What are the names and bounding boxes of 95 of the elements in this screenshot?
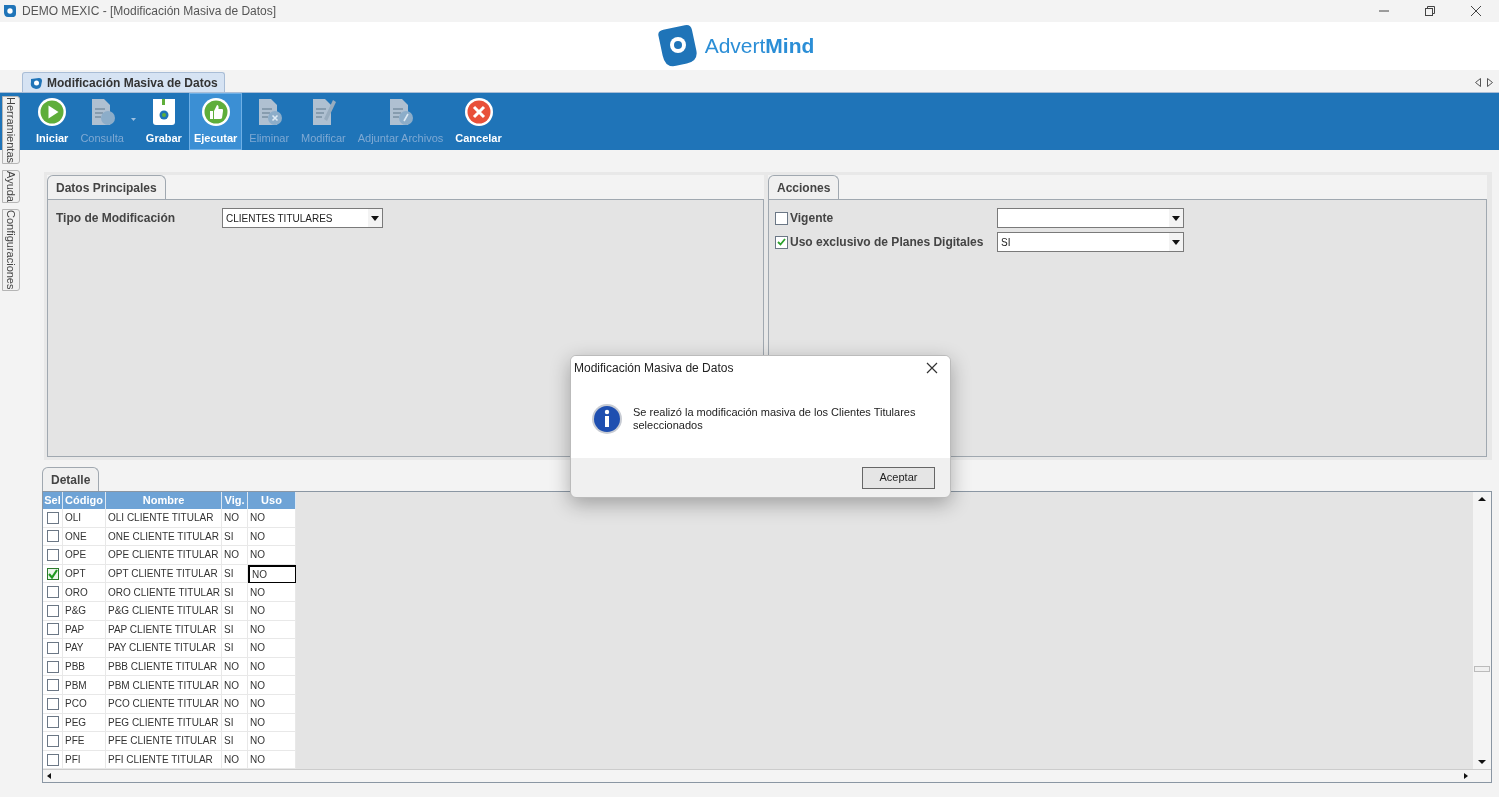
dialog-title: Modificación Masiva de Datos <box>574 360 734 377</box>
horizontal-scrollbar[interactable] <box>43 769 1491 782</box>
table-cell: PAY <box>63 639 106 658</box>
table-cell: NO <box>248 639 296 658</box>
table-cell: PBM CLIENTE TITULAR <box>106 676 222 695</box>
field-label: Tipo de Modificación <box>56 210 177 227</box>
play-icon <box>36 96 69 129</box>
checkbox[interactable] <box>46 697 59 710</box>
side-tab[interactable]: Configuraciones <box>2 209 20 291</box>
checkbox[interactable] <box>775 235 788 249</box>
checkbox[interactable] <box>46 679 59 692</box>
dropdown-caret-icon <box>130 118 136 121</box>
scroll-right-icon[interactable] <box>1487 78 1493 87</box>
checkbox-label: Vigente <box>790 210 835 227</box>
checkbox[interactable] <box>46 511 59 524</box>
table-cell: SI <box>222 601 248 621</box>
table-cell: NO <box>248 676 296 695</box>
close-icon[interactable] <box>1469 5 1483 17</box>
toolbar-button[interactable]: Ejecutar <box>188 93 243 150</box>
side-tab[interactable]: Ayuda <box>2 170 20 204</box>
checkbox[interactable] <box>46 623 59 636</box>
table-cell: OLI <box>63 509 106 528</box>
table-cell: OPE CLIENTE TITULAR <box>106 546 222 565</box>
checkbox[interactable] <box>46 530 59 543</box>
column-header[interactable]: Uso <box>248 492 296 509</box>
table-cell: SI <box>222 583 248 602</box>
panel-tab[interactable]: Detalle <box>42 467 100 491</box>
checkbox-label: Uso exclusivo de Planes Digitales <box>790 234 985 251</box>
close-icon[interactable] <box>926 362 938 374</box>
checkbox[interactable] <box>775 211 788 225</box>
table-cell: ORO CLIENTE TITULAR <box>106 583 222 602</box>
table-cell: PFE <box>63 732 106 751</box>
document-icon <box>29 75 43 90</box>
restore-icon[interactable] <box>1423 5 1437 17</box>
scroll-up-icon <box>1476 494 1488 504</box>
table-cell: PCO <box>63 694 106 714</box>
column-header[interactable]: Nombre <box>106 492 222 509</box>
info-icon <box>591 403 623 435</box>
table-cell: P&G <box>63 601 106 621</box>
document-tab[interactable]: Modificación Masiva de Datos <box>22 72 225 92</box>
table-cell: OPE <box>63 546 106 565</box>
checkbox[interactable] <box>46 604 59 617</box>
panel-tab[interactable]: Acciones <box>768 175 840 199</box>
column-header[interactable]: Código <box>63 492 106 509</box>
table-cell: P&G CLIENTE TITULAR <box>106 601 222 621</box>
toolbar-button[interactable]: Cancelar <box>450 93 507 150</box>
thumbs-up-icon <box>199 96 232 129</box>
checkbox[interactable] <box>46 716 59 729</box>
check-icon <box>47 568 58 579</box>
column-header[interactable]: Vig. <box>222 492 248 509</box>
table-cell: NO <box>222 676 248 695</box>
vertical-scrollbar[interactable] <box>1473 492 1491 770</box>
checkbox[interactable] <box>46 567 59 580</box>
dropdown-arrow-icon <box>371 215 379 221</box>
checkbox[interactable] <box>46 753 59 766</box>
checkbox[interactable] <box>46 641 59 654</box>
brand-logo: AdvertMind <box>704 33 815 60</box>
table-cell: NO <box>222 546 248 565</box>
table-cell: PBM <box>63 676 106 695</box>
dropdown-field[interactable]: CLIENTES TITULARES <box>222 208 383 228</box>
checkbox[interactable] <box>46 734 59 747</box>
checkbox[interactable] <box>46 549 59 561</box>
cancel-icon <box>462 96 495 129</box>
checkbox[interactable] <box>46 586 59 599</box>
accept-button[interactable]: Aceptar <box>862 466 935 489</box>
table-cell: SI <box>222 639 248 658</box>
dropdown-field[interactable] <box>997 208 1184 228</box>
table-cell: ORO <box>63 583 106 602</box>
dialog-message: Se realizó la modificación masiva de los Clientes Titulares seleccionados <box>633 406 917 432</box>
panel-tab[interactable]: Datos Principales <box>47 175 166 199</box>
table-cell: NO <box>248 583 296 602</box>
toolbar-button[interactable]: Iniciar <box>31 93 74 150</box>
dropdown-arrow-icon <box>1172 239 1180 245</box>
column-header[interactable]: Sel <box>43 492 63 509</box>
checkbox[interactable] <box>46 660 59 673</box>
window-title: DEMO MEXIC - [Modificación Masiva de Datos] <box>22 3 277 20</box>
scroll-thumb[interactable] <box>1474 666 1490 673</box>
side-tab[interactable]: Herramientas <box>2 96 20 165</box>
table-cell: NO <box>222 694 248 714</box>
table-cell: NO <box>248 546 296 565</box>
check-icon <box>777 238 786 246</box>
toolbar-button[interactable]: Grabar <box>140 93 187 150</box>
table-cell: NO <box>222 509 248 528</box>
table-cell: NO <box>248 601 296 621</box>
table-cell: PCO CLIENTE TITULAR <box>106 694 222 714</box>
table-cell: NO <box>248 732 296 751</box>
table-cell: OLI CLIENTE TITULAR <box>106 509 222 528</box>
dropdown-field[interactable]: SI <box>997 232 1184 252</box>
table-cell: NO <box>248 694 296 714</box>
table-cell: SI <box>222 732 248 751</box>
table-cell: PFE CLIENTE TITULAR <box>106 732 222 751</box>
table-cell: PAY CLIENTE TITULAR <box>106 639 222 658</box>
dropdown-arrow-icon <box>1172 215 1180 221</box>
table-cell: NO <box>248 509 296 528</box>
scroll-left-icon[interactable] <box>1475 78 1481 87</box>
